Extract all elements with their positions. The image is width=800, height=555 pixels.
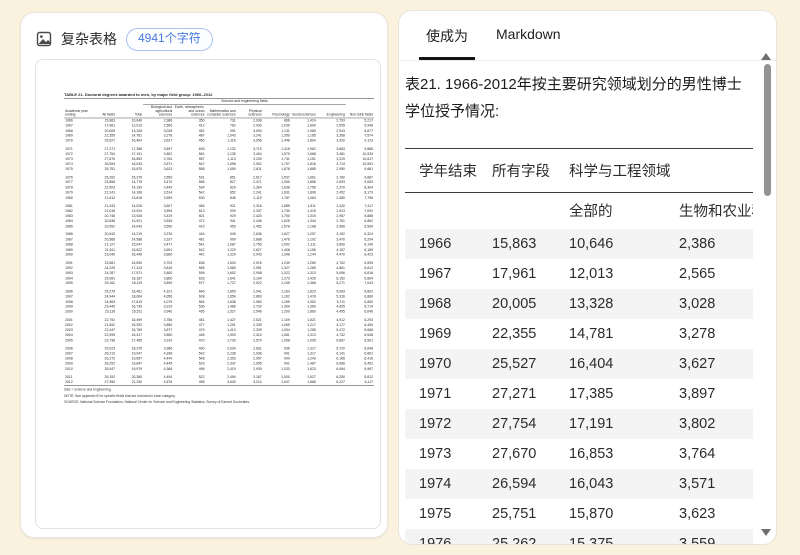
md-table-subheader-row: 全部的 生物和农业科学 [405, 193, 753, 230]
scan-footnote: NOTE: See appendix B for specific fields… [64, 394, 348, 398]
table-row: 196922,35514,7813,278 [405, 319, 753, 349]
tab-markdown[interactable]: Markdown [489, 26, 568, 60]
scan-table: Science and engineering fieldsAcademic y… [64, 98, 374, 385]
col-header-year: 学年结束 [405, 149, 492, 193]
md-table: 学年结束 所有字段 科学与工程领域 全部的 生物和农业科学 196615,863… [405, 148, 753, 544]
scan-footnotes: S&E = science and engineering. NOTE: See … [64, 388, 348, 404]
scan-row: 201227,35021,3304,5764563,6403,2141,0471… [64, 380, 374, 385]
document-preview: TABLE 21. Doctoral degrees awarded to me… [35, 59, 381, 529]
char-count-badge: 4941个字符 [126, 28, 213, 51]
image-icon [36, 31, 52, 47]
md-table-header-row: 学年结束 所有字段 科学与工程领域 [405, 149, 753, 193]
table-row: 197025,52716,4043,627 [405, 349, 753, 379]
scrollbar-thumb[interactable] [764, 64, 771, 196]
table-row: 196615,86310,6462,386 [405, 229, 753, 259]
source-panel-header: 复杂表格 4941个字符 [21, 13, 387, 51]
scroll-down-icon[interactable] [761, 529, 771, 536]
table-row: 197525,75115,8703,623 [405, 499, 753, 529]
markdown-output: 表21. 1966-2012年按主要研究领域划分的男性博士学位授予情况: 学年结… [405, 59, 753, 544]
col-header-sci-eng: 科学与工程领域 [569, 149, 753, 193]
table-row: 196820,00513,3283,028 [405, 289, 753, 319]
table-row: 197625,26215,3753,559 [405, 529, 753, 544]
source-panel: 复杂表格 4941个字符 TABLE 21. Doctoral degrees … [20, 12, 388, 538]
table-row: 197227,75417,1913,802 [405, 409, 753, 439]
tab-convert[interactable]: 使成为 [419, 26, 475, 60]
scan-footnote: SOURCE: National Science Foundation, Nat… [64, 401, 348, 405]
subcol-header-bioag: 生物和农业科学 [679, 193, 753, 230]
scanned-table: TABLE 21. Doctoral degrees awarded to me… [36, 60, 348, 404]
md-table-title: 表21. 1966-2012年按主要研究领域划分的男性博士学位授予情况: [405, 71, 752, 125]
tab-bar: 使成为 Markdown [399, 11, 776, 61]
table-row: 197127,27117,3853,897 [405, 379, 753, 409]
scroll-up-icon[interactable] [761, 53, 771, 60]
table-row: 197327,67016,8533,764 [405, 439, 753, 469]
scan-table-title: TABLE 21. Doctoral degrees awarded to me… [64, 92, 348, 97]
subcol-header-total: 全部的 [569, 193, 679, 230]
source-title: 复杂表格 [61, 29, 117, 49]
scan-footnote: S&E = science and engineering. [64, 388, 348, 392]
table-row: 197426,59416,0433,571 [405, 469, 753, 499]
col-header-all-fields: 所有字段 [492, 149, 569, 193]
output-panel: 使成为 Markdown 表21. 1966-2012年按主要研究领域划分的男性博… [398, 10, 777, 545]
table-row: 196717,96112,0132,565 [405, 259, 753, 289]
